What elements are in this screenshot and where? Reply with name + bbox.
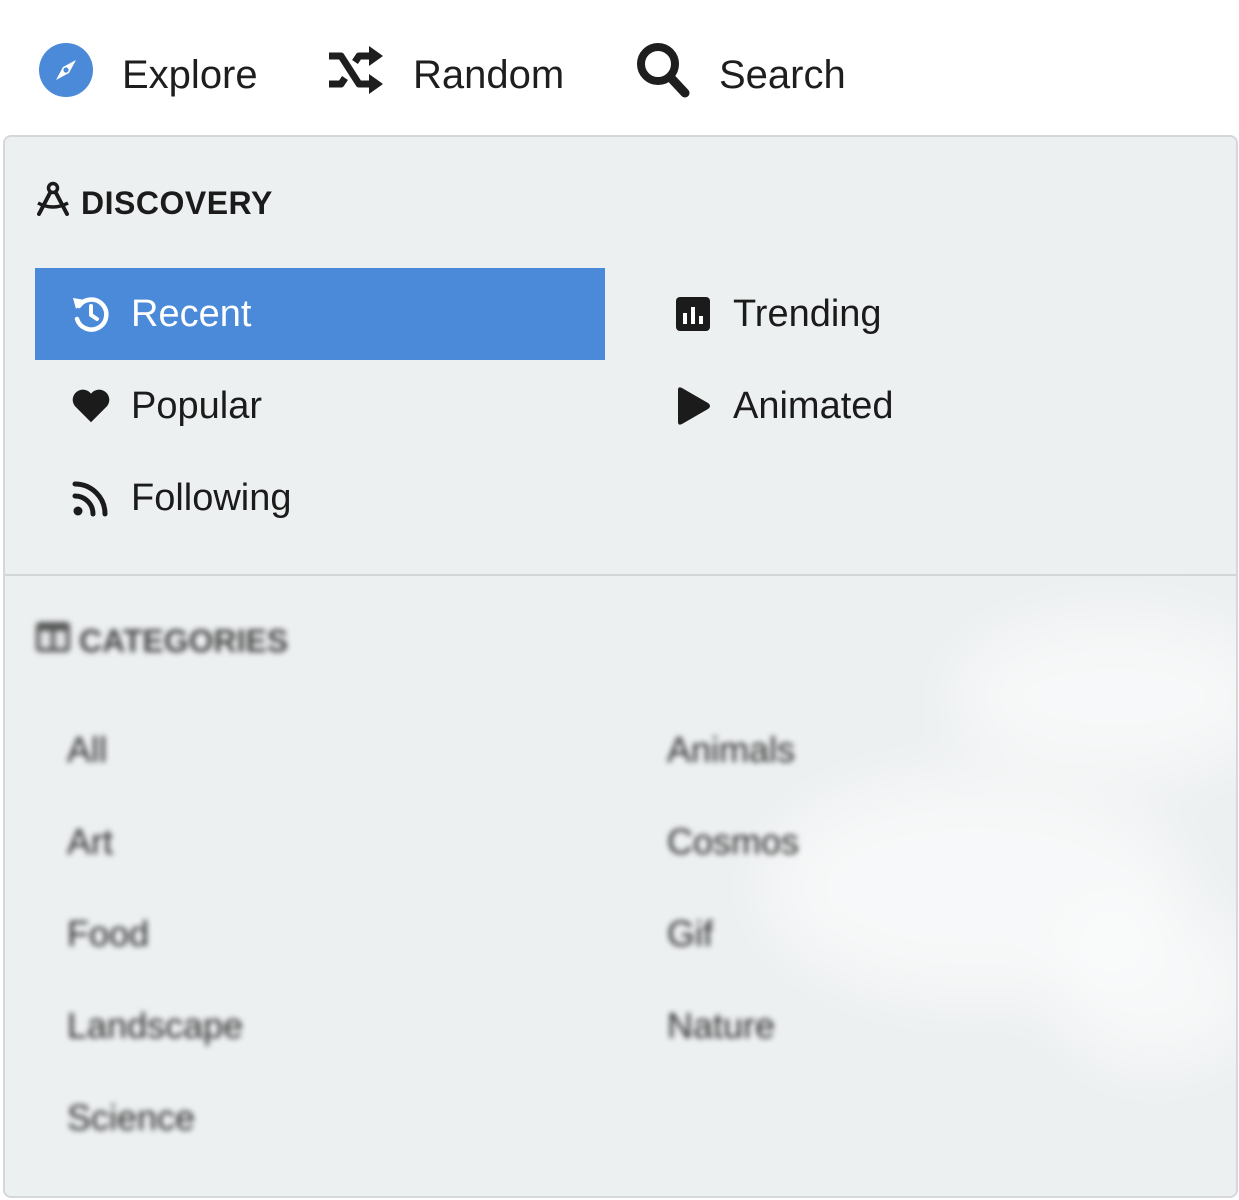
play-icon: [673, 386, 713, 426]
nav-search[interactable]: Search: [636, 43, 846, 104]
category-item-art[interactable]: Art: [67, 821, 113, 863]
discovery-item-label: Recent: [131, 292, 252, 335]
categories-heading-label: CATEGORIES: [79, 622, 289, 659]
discovery-item-popular[interactable]: Popular: [35, 360, 605, 452]
nav-random[interactable]: Random: [327, 46, 564, 104]
nav-explore-label: Explore: [122, 52, 258, 97]
discovery-item-trending[interactable]: Trending: [637, 268, 1197, 360]
rss-icon: [71, 479, 111, 517]
magnifier-icon: [636, 42, 690, 108]
categories-heading: CATEGORIES: [35, 621, 288, 661]
discovery-item-label: Following: [131, 476, 292, 519]
category-item-science[interactable]: Science: [67, 1097, 195, 1139]
history-icon: [71, 294, 111, 334]
nav-random-label: Random: [413, 52, 565, 97]
category-item-landscape[interactable]: Landscape: [67, 1005, 243, 1047]
shuffle-icon: [327, 45, 383, 105]
discovery-item-label: Trending: [733, 292, 882, 335]
category-item-cosmos[interactable]: Cosmos: [667, 821, 799, 863]
discovery-item-following[interactable]: Following: [35, 452, 605, 544]
category-item-all[interactable]: All: [67, 729, 107, 771]
categories-section: CATEGORIES All Animals Art Cosmos Food G…: [5, 577, 1236, 1196]
discovery-heading: DISCOVERY: [35, 181, 273, 225]
compass-icon: [38, 42, 94, 108]
category-item-gif[interactable]: Gif: [667, 913, 713, 955]
columns-icon: [35, 621, 71, 661]
discovery-item-label: Animated: [733, 384, 894, 427]
heart-icon: [71, 387, 111, 425]
drafting-compass-icon: [35, 181, 71, 225]
discovery-heading-label: DISCOVERY: [81, 184, 273, 221]
discovery-item-recent[interactable]: Recent: [35, 268, 605, 360]
section-divider: [5, 574, 1236, 576]
top-nav: Explore Random Search: [0, 0, 1239, 136]
nav-explore[interactable]: Explore: [38, 43, 258, 104]
nav-search-label: Search: [719, 52, 846, 97]
category-item-nature[interactable]: Nature: [667, 1005, 775, 1047]
bar-chart-icon: [673, 296, 713, 332]
category-item-animals[interactable]: Animals: [667, 729, 795, 771]
discovery-item-label: Popular: [131, 384, 262, 427]
discovery-item-animated[interactable]: Animated: [637, 360, 1197, 452]
category-item-food[interactable]: Food: [67, 913, 149, 955]
explore-dropdown-panel: DISCOVERY Recent Trending Popular Animat…: [3, 135, 1238, 1198]
